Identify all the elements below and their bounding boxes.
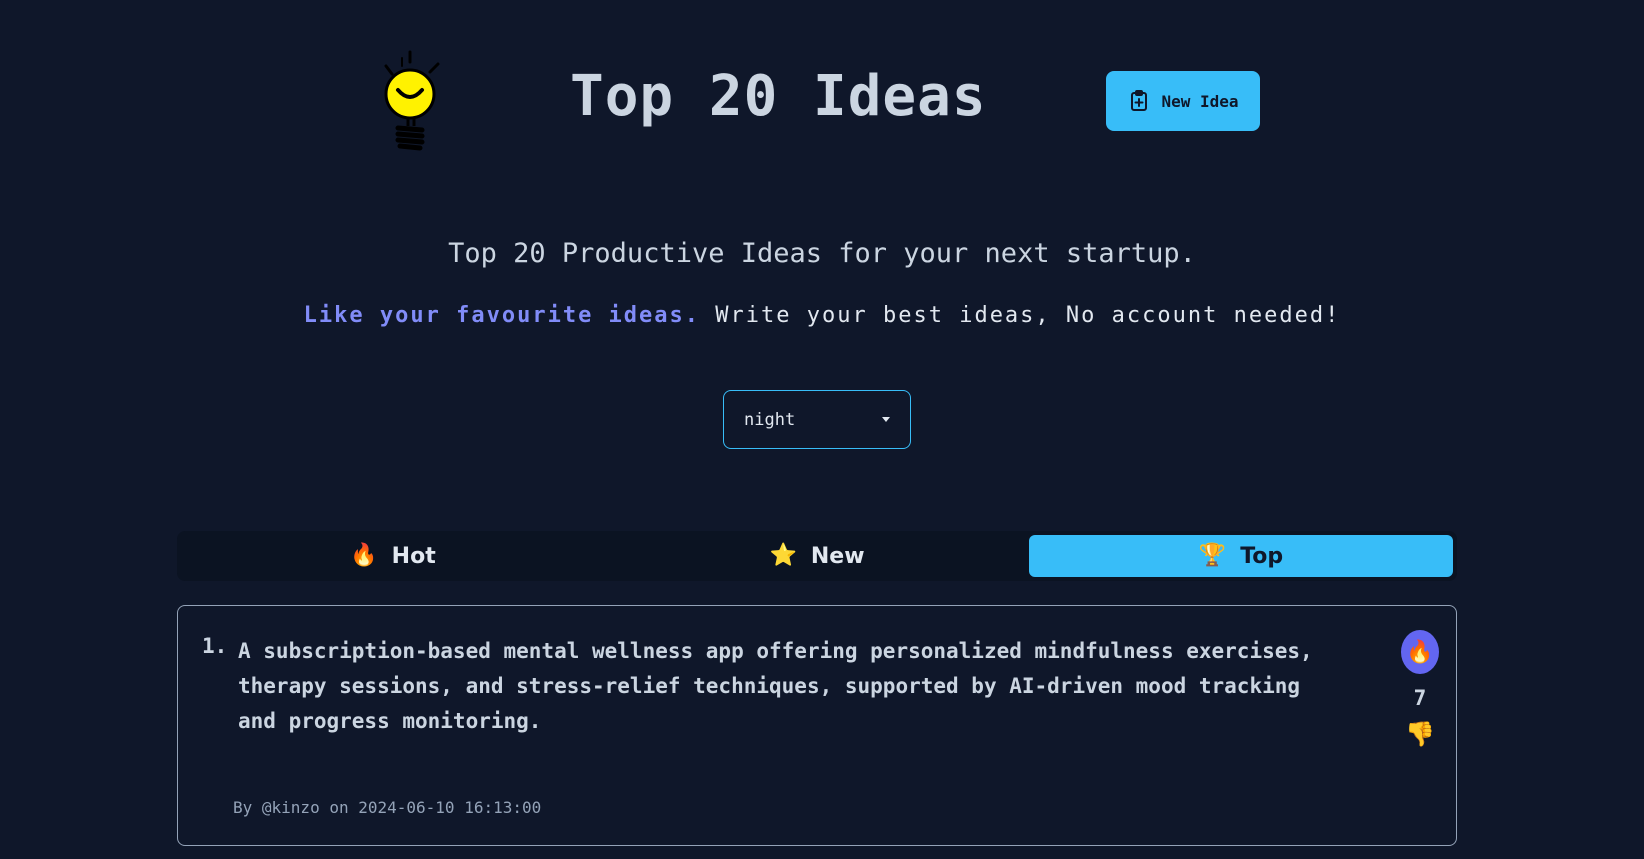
upvote-button[interactable]: 🔥: [1401, 630, 1439, 674]
trophy-icon: 🏆: [1198, 543, 1227, 568]
thumbs-down-icon[interactable]: 👎: [1405, 722, 1435, 746]
fire-icon: 🔥: [1406, 639, 1434, 665]
tab-top[interactable]: 🏆 Top: [1029, 535, 1453, 577]
idea-rank: 1.: [202, 634, 228, 658]
new-idea-label: New Idea: [1161, 91, 1239, 111]
theme-select[interactable]: night: [723, 390, 911, 449]
tagline: Like your favourite ideas. Write your be…: [0, 303, 1644, 328]
vote-count: 7: [1413, 686, 1427, 710]
tab-label: Hot: [391, 543, 436, 569]
star-icon: ⭐: [769, 543, 797, 568]
lightbulb-logo-icon: [384, 50, 440, 151]
caret-down-icon: [882, 417, 890, 422]
page-subtitle: Top 20 Productive Ideas for your next st…: [448, 238, 1196, 269]
idea-card: 1. A subscription-based mental wellness …: [177, 605, 1457, 846]
vote-column: 🔥 7 👎: [1400, 630, 1440, 746]
tagline-accent: Like your favourite ideas.: [303, 303, 701, 328]
tab-hot[interactable]: 🔥 Hot: [181, 535, 605, 577]
idea-meta: By @kinzo on 2024-06-10 16:13:00: [233, 798, 542, 817]
theme-select-value: night: [744, 409, 796, 430]
tab-new[interactable]: ⭐ New: [605, 535, 1029, 577]
new-idea-button[interactable]: New Idea: [1106, 71, 1260, 131]
page-title: Top 20 Ideas: [570, 64, 987, 129]
idea-text: A subscription-based mental wellness app…: [238, 639, 1313, 733]
page: Top 20 Ideas New Idea Top 20 Productive …: [0, 0, 1644, 859]
tagline-rest: Write your best ideas, No account needed…: [700, 303, 1341, 328]
sort-tabs: 🔥 Hot ⭐ New 🏆 Top: [177, 531, 1457, 581]
clipboard-plus-icon: [1131, 90, 1148, 111]
tab-label: Top: [1240, 543, 1284, 569]
tab-label: New: [810, 543, 865, 569]
fire-icon: 🔥: [350, 543, 378, 568]
